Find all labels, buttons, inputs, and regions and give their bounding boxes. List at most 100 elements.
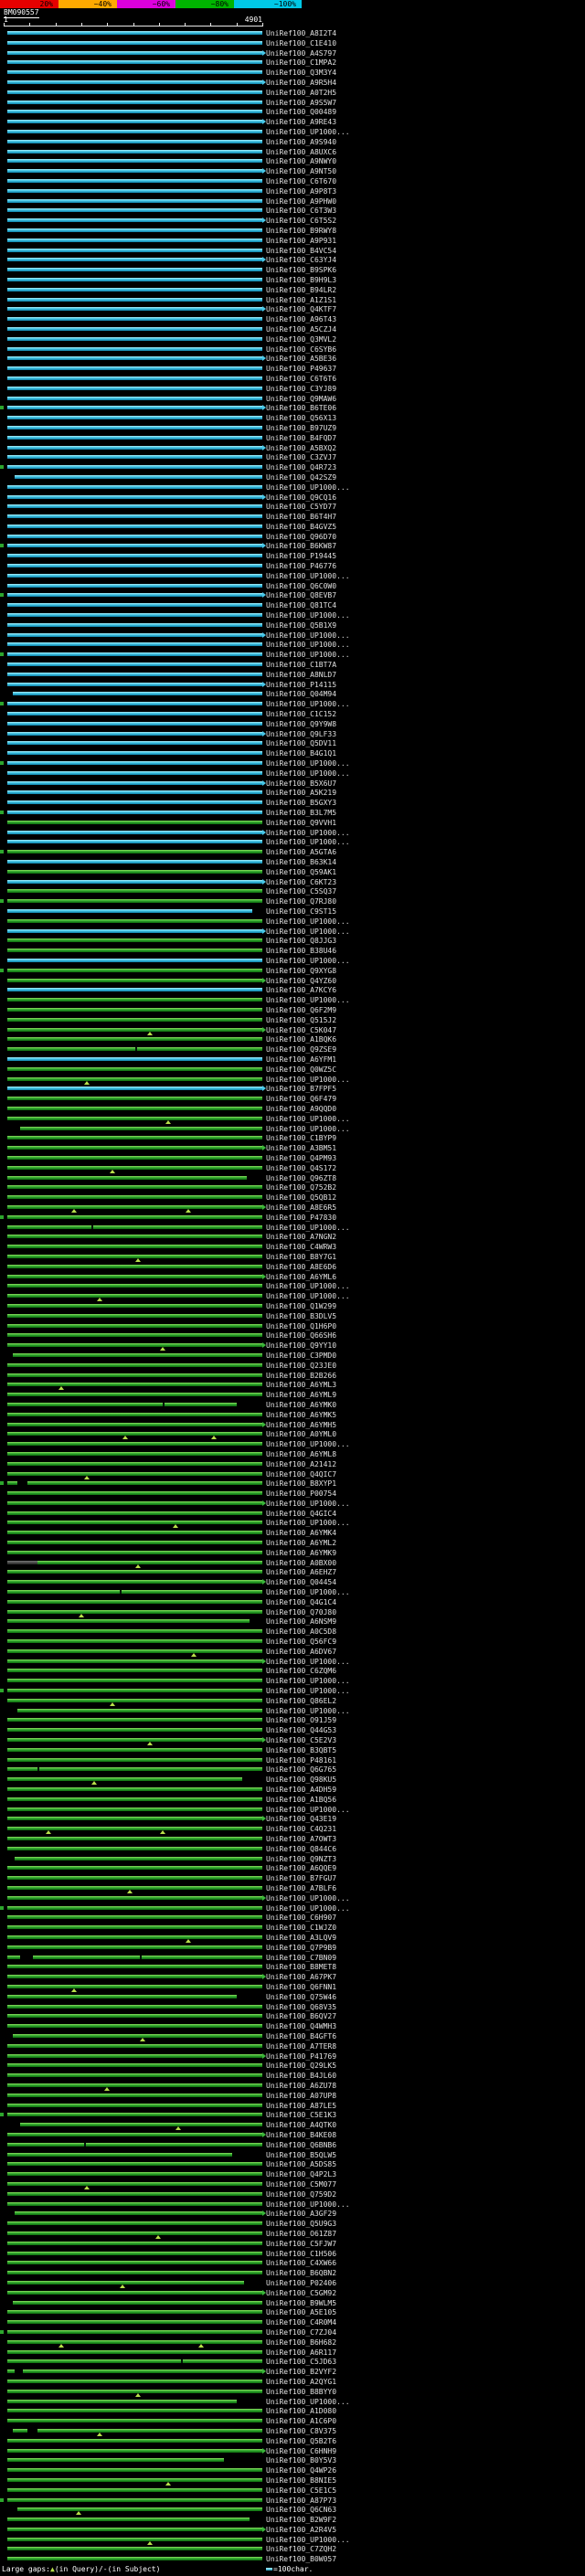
hit-bar — [7, 2202, 262, 2206]
hit-label: UniRef100_B0Y5V3 — [266, 2456, 336, 2465]
hit-bar — [7, 2310, 262, 2314]
hit-bar — [7, 2182, 262, 2186]
hit-row: UniRef100_A7NGN2 — [0, 1232, 585, 1241]
hit-label: UniRef100_C6KT23 — [266, 878, 336, 886]
hit-row: UniRef100_B8XYP1 — [0, 1479, 585, 1488]
hit-row: UniRef100_A6R117 — [0, 2348, 585, 2357]
hit-label: UniRef100_C5YD77 — [266, 503, 336, 511]
hit-label: UniRef100_C6ZQM6 — [266, 1667, 336, 1675]
hit-label: UniRef100_A7BLF6 — [266, 1884, 336, 1892]
hit-row: UniRef100_Q4PM93 — [0, 1153, 585, 1162]
hit-label: UniRef100_O61Z87 — [266, 2230, 336, 2238]
hit-row: UniRef100_B3L7M5 — [0, 808, 585, 817]
hit-row: UniRef100_Q00489 — [0, 107, 585, 116]
hit-row: UniRef100_A8UXC6 — [0, 147, 585, 156]
hit-bar — [7, 663, 262, 666]
hit-label: UniRef100_C5GM92 — [266, 2289, 336, 2297]
hit-label: UniRef100_Q9XYG8 — [266, 967, 336, 975]
hit-bar — [7, 2024, 262, 2028]
hit-row: UniRef100_C6SYB6 — [0, 345, 585, 354]
hit-label: UniRef100_Q9Y9W8 — [266, 720, 336, 728]
hit-row: UniRef100_A21412 — [0, 1459, 585, 1468]
hit-row: UniRef100_UP1000... — [0, 995, 585, 1004]
hit-label: UniRef100_C7BN09 — [266, 1954, 336, 1962]
hit-row: UniRef100_UP1000... — [0, 640, 585, 649]
hit-bar — [7, 1610, 262, 1614]
hit-row: UniRef100_A6DV67 — [0, 1647, 585, 1656]
hit-bar — [7, 426, 262, 429]
hit-row: UniRef100_C3YJ89 — [0, 384, 585, 393]
hit-bar — [7, 1314, 262, 1318]
hit-label: UniRef100_A9P8T3 — [266, 187, 336, 196]
hit-bar — [7, 1393, 262, 1396]
hit-bar — [7, 909, 252, 913]
hit-label: UniRef100_A8NLD7 — [266, 671, 336, 679]
hit-label: UniRef100_A6YMK4 — [266, 1529, 336, 1537]
hit-row: UniRef100_C5E1C5 — [0, 2486, 585, 2495]
hit-row: UniRef100_B7FGU7 — [0, 1873, 585, 1882]
hit-row: UniRef100_A3BM51 — [0, 1143, 585, 1152]
subject-overhang-tick — [0, 899, 4, 903]
hit-label: UniRef100_P02406 — [266, 2279, 336, 2287]
hit-label: UniRef100_UP1000... — [266, 928, 350, 936]
hit-label: UniRef100_A6EHZ7 — [266, 1568, 336, 1576]
hit-row: UniRef100_C6KT23 — [0, 877, 585, 886]
hit-label: UniRef100_Q7P9B9 — [266, 1944, 336, 1952]
hit-bar — [7, 1373, 262, 1377]
hit-bar — [7, 1570, 262, 1574]
hit-bar — [7, 1619, 250, 1623]
hit-label: UniRef100_B9SPK6 — [266, 266, 336, 274]
hit-bar — [7, 1965, 262, 1968]
hit-label: UniRef100_A7TER8 — [266, 2042, 336, 2051]
hit-label: UniRef100_Q759D2 — [266, 2190, 336, 2199]
hit-label: UniRef100_A6QQE9 — [266, 1864, 336, 1872]
hit-label: UniRef100_A8E6R5 — [266, 1203, 336, 1212]
hit-bar — [7, 1462, 262, 1466]
hit-row: UniRef100_UP1000... — [0, 1114, 585, 1123]
hit-bar — [7, 1275, 262, 1278]
hit-row: UniRef100_Q7P9B9 — [0, 1943, 585, 1952]
hit-bar — [7, 1185, 262, 1189]
hit-row: UniRef100_B6KW87 — [0, 541, 585, 550]
hit-label: UniRef100_A8UXC6 — [266, 148, 336, 156]
hit-map: UniRef100_A8I2T4UniRef100_C1E410UniRef10… — [0, 28, 585, 2563]
hit-bar — [7, 1423, 262, 1426]
hit-bar-fragment — [13, 2429, 28, 2433]
hit-bar — [7, 416, 262, 419]
hit-bar — [7, 1649, 262, 1653]
hit-row: UniRef100_A6NSM9 — [0, 1617, 585, 1626]
hit-bar — [7, 2291, 262, 2295]
hit-bar — [7, 1452, 262, 1456]
hit-row: UniRef100_UP1000... — [0, 631, 585, 640]
hit-label: UniRef100_A9NWY0 — [266, 157, 336, 165]
hit-bar — [7, 1600, 262, 1604]
hit-bar — [7, 337, 262, 341]
hit-bar — [7, 2083, 262, 2087]
hit-row: UniRef100_A96T43 — [0, 314, 585, 323]
hit-row: UniRef100_Q56X13 — [0, 413, 585, 422]
hit-bar — [7, 199, 262, 203]
hit-row: UniRef100_Q752B2 — [0, 1182, 585, 1192]
hit-label: UniRef100_C6H907 — [266, 1913, 336, 1922]
hit-row: UniRef100_Q6C0W0 — [0, 581, 585, 590]
hit-row: UniRef100_A87LE5 — [0, 2101, 585, 2110]
hit-bar — [7, 712, 262, 716]
hit-row: UniRef100_A8E6D6 — [0, 1262, 585, 1271]
hit-label: UniRef100_B8NIE5 — [266, 2476, 336, 2485]
hit-row: UniRef100_C1BYP9 — [0, 1133, 585, 1142]
hit-label: UniRef100_Q6BNB6 — [266, 2141, 336, 2149]
hit-bar — [7, 1432, 262, 1436]
hit-label: UniRef100_C7ZQH2 — [266, 2545, 336, 2553]
gap-legend: Large gaps:▲(in Query)/-(in Subject) — [2, 2564, 160, 2574]
hit-label: UniRef100_C5E2V3 — [266, 1736, 336, 1744]
hit-row: UniRef100_Q29LK5 — [0, 2061, 585, 2070]
hit-bar — [7, 1195, 262, 1199]
hit-label: UniRef100_A3BM51 — [266, 1144, 336, 1152]
hit-row: UniRef100_A0C5D8 — [0, 1627, 585, 1636]
identity-scale-segment: ~40% — [58, 0, 117, 8]
hit-label: UniRef100_A6YFM1 — [266, 1055, 336, 1064]
hit-label: UniRef100_B4G1Q1 — [266, 749, 336, 758]
subject-overhang-tick — [0, 593, 4, 597]
hit-bar — [7, 1284, 262, 1288]
hit-row: UniRef100_UP1000... — [0, 1075, 585, 1084]
